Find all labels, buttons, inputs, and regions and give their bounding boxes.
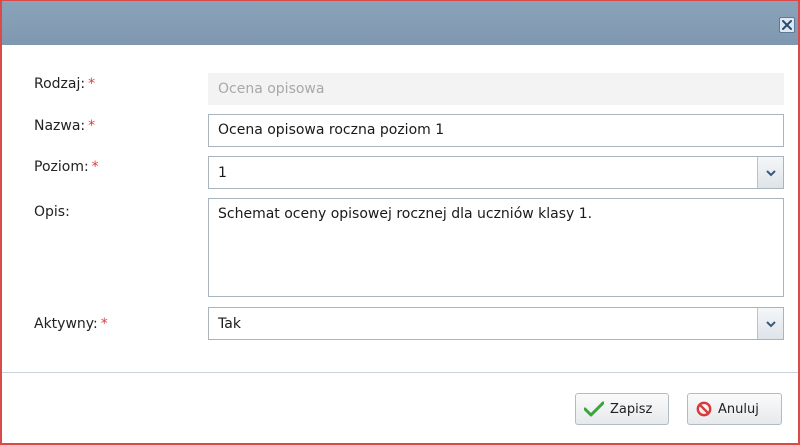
poziom-dropdown-button[interactable] [757,157,783,188]
save-button[interactable]: Zapisz [575,393,669,425]
opis-label: Opis: [34,204,70,220]
cancel-button[interactable]: Anuluj [687,393,782,425]
required-marker: * [100,316,108,332]
required-marker: * [88,76,96,92]
edit-dialog: Rodzaj: * Ocena opisowa Nazwa: * Ocena opi… [0,0,800,445]
required-marker: * [88,118,96,134]
rodzaj-field: Ocena opisowa [208,73,784,105]
checkmark-icon [584,401,604,417]
save-button-label: Zapisz [610,401,653,417]
close-icon [782,20,792,30]
aktywny-label: Aktywny: * [34,316,108,332]
nazwa-label: Nazwa: * [34,118,95,134]
close-button[interactable] [779,17,795,33]
aktywny-select-value: Tak [218,316,241,332]
aktywny-dropdown-button[interactable] [757,308,783,339]
nazwa-label-text: Nazwa: [34,118,86,134]
required-marker: * [91,159,99,175]
nazwa-input[interactable]: Ocena opisowa roczna poziom 1 [208,114,784,147]
rodzaj-label-text: Rodzaj: [34,76,86,92]
poziom-label: Poziom: * [34,159,99,175]
cancel-button-label: Anuluj [718,401,759,417]
poziom-label-text: Poziom: [34,159,89,175]
aktywny-select[interactable]: Tak [208,307,784,340]
cancel-icon [696,401,712,417]
poziom-select[interactable]: 1 [208,156,784,189]
opis-textarea[interactable]: Schemat oceny opisowej rocznej dla uczni… [208,198,784,297]
chevron-down-icon [765,165,776,181]
footer-divider [2,372,798,373]
opis-label-text: Opis: [34,204,70,220]
chevron-down-icon [765,316,776,332]
rodzaj-label: Rodzaj: * [34,76,95,92]
dialog-titlebar [2,1,798,45]
poziom-select-value: 1 [218,165,227,181]
aktywny-label-text: Aktywny: [34,316,98,332]
